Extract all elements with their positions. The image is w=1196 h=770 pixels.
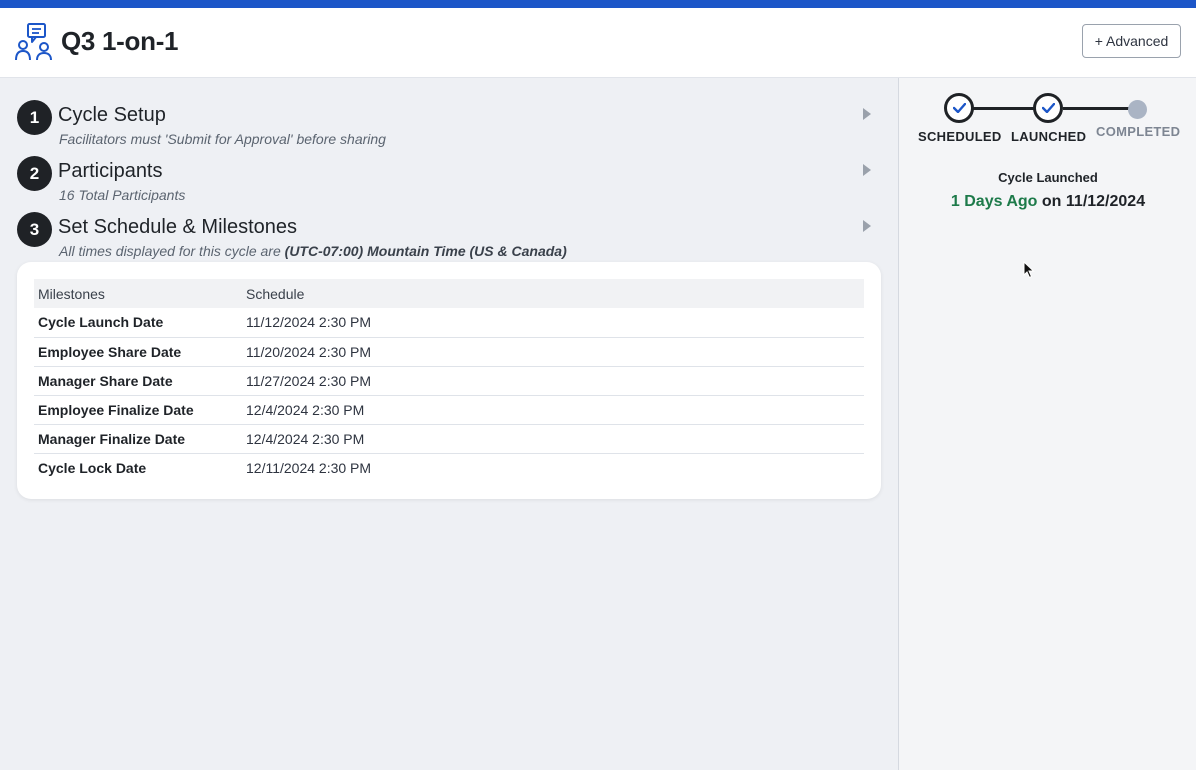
stage-label-scheduled: SCHEDULED [918,129,1002,144]
milestone-schedule: 11/20/2024 2:30 PM [242,337,864,366]
milestone-schedule: 12/11/2024 2:30 PM [242,453,864,482]
table-row: Employee Finalize Date 12/4/2024 2:30 PM [34,395,864,424]
step-cycle-setup[interactable]: 1 Cycle Setup Facilitators must 'Submit … [17,100,877,152]
milestone-name: Manager Finalize Date [34,424,242,453]
milestones-table: Milestones Schedule Cycle Launch Date 11… [34,279,864,482]
table-row: Manager Share Date 11/27/2024 2:30 PM [34,366,864,395]
step-label: Set Schedule & Milestones [58,216,297,239]
step-subtitle: All times displayed for this cycle are (… [59,243,567,259]
column-header-schedule: Schedule [242,279,864,308]
milestone-schedule: 12/4/2024 2:30 PM [242,424,864,453]
milestone-name: Employee Finalize Date [34,395,242,424]
stage-label-completed: COMPLETED [1096,124,1180,139]
milestone-schedule: 11/12/2024 2:30 PM [242,308,864,337]
column-header-milestones: Milestones [34,279,242,308]
milestone-schedule: 11/27/2024 2:30 PM [242,366,864,395]
stage-scheduled-marker [944,93,974,123]
table-header-row: Milestones Schedule [34,279,864,308]
days-ago: 1 Days Ago [951,193,1038,210]
step-number: 2 [17,156,52,191]
mouse-cursor-icon [1023,261,1035,279]
chevron-right-icon [863,108,871,120]
status-title: Cycle Launched [899,170,1196,185]
checkmark-icon [1042,103,1055,113]
step-participants[interactable]: 2 Participants 16 Total Participants [17,156,877,208]
cycle-progress-tracker: SCHEDULED LAUNCHED COMPLETED [899,78,1196,158]
chevron-right-icon [863,164,871,176]
step-subtitle: Facilitators must 'Submit for Approval' … [59,131,386,147]
timezone-prefix: All times displayed for this cycle are [59,243,281,259]
top-accent-bar [0,0,1196,8]
page-title: Q3 1-on-1 [61,26,178,57]
stage-completed-marker [1128,100,1147,119]
milestone-name: Employee Share Date [34,337,242,366]
table-row: Employee Share Date 11/20/2024 2:30 PM [34,337,864,366]
step-label: Cycle Setup [58,104,166,127]
stage-launched-marker [1033,93,1063,123]
status-sidebar: SCHEDULED LAUNCHED COMPLETED Cycle Launc… [898,78,1196,770]
launch-date-line: 1 Days Ago on 11/12/2024 [899,193,1196,211]
advanced-button[interactable]: + Advanced [1082,24,1181,58]
progress-connector [1063,107,1130,110]
timezone-value: (UTC-07:00) Mountain Time (US & Canada) [285,243,567,259]
stage-label-launched: LAUNCHED [1011,129,1086,144]
milestone-name: Manager Share Date [34,366,242,395]
main-panel: 1 Cycle Setup Facilitators must 'Submit … [0,78,898,770]
chevron-right-icon [863,220,871,232]
step-label: Participants [58,160,163,183]
people-chat-icon [15,23,53,61]
page-header: Q3 1-on-1 + Advanced [0,8,1196,78]
milestone-schedule: 12/4/2024 2:30 PM [242,395,864,424]
checkmark-icon [953,103,966,113]
step-subtitle: 16 Total Participants [59,187,185,203]
table-row: Cycle Lock Date 12/11/2024 2:30 PM [34,453,864,482]
launch-date: on 11/12/2024 [1042,193,1145,210]
milestone-name: Cycle Lock Date [34,453,242,482]
step-number: 1 [17,100,52,135]
milestone-name: Cycle Launch Date [34,308,242,337]
table-row: Manager Finalize Date 12/4/2024 2:30 PM [34,424,864,453]
step-number: 3 [17,212,52,247]
table-row: Cycle Launch Date 11/12/2024 2:30 PM [34,308,864,337]
step-schedule-milestones[interactable]: 3 Set Schedule & Milestones All times di… [17,212,877,264]
milestones-card: Milestones Schedule Cycle Launch Date 11… [17,262,881,499]
